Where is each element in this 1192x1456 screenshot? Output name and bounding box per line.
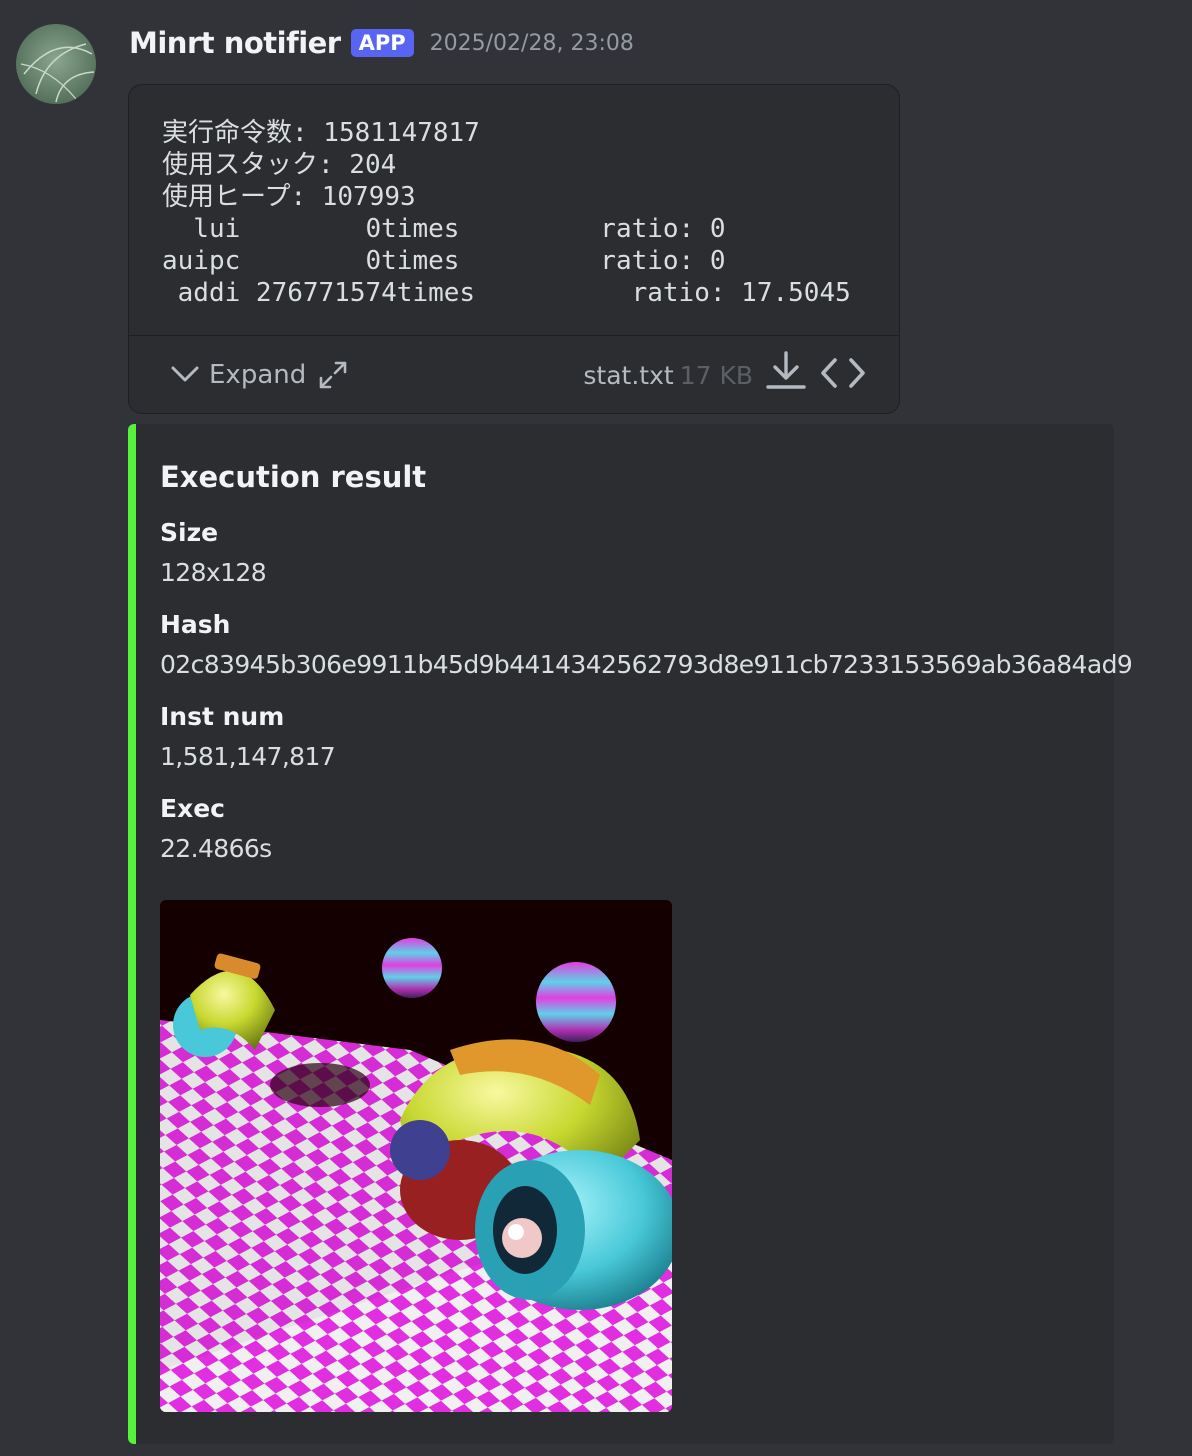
embed-image[interactable]: [160, 900, 672, 1412]
field-value-hash: 02c83945b306e9911b45d9b4414342562793d8e9…: [160, 650, 1133, 679]
field-name-inst-num: Inst num: [160, 702, 285, 731]
file-name[interactable]: stat.txt: [583, 361, 673, 390]
attachment-footer: Expand stat.txt 17 KB: [129, 335, 899, 413]
field-value-inst-num: 1,581,147,817: [160, 742, 336, 771]
field-name-exec: Exec: [160, 794, 225, 823]
file-info: stat.txt 17 KB: [583, 361, 753, 390]
expand-button[interactable]: Expand: [169, 357, 306, 393]
file-content: 実行命令数: 1581147817 使用スタック: 204 使用ヒープ: 107…: [162, 118, 851, 308]
file-size: 17 KB: [679, 361, 753, 390]
app-badge: APP: [350, 29, 414, 57]
field-value-exec: 22.4866s: [160, 834, 272, 863]
avatar[interactable]: [16, 24, 96, 104]
field-name-hash: Hash: [160, 610, 231, 639]
expand-label: Expand: [209, 360, 307, 390]
file-attachment: 実行命令数: 1581147817 使用スタック: 204 使用ヒープ: 107…: [128, 84, 900, 414]
file-preview: 実行命令数: 1581147817 使用スタック: 204 使用ヒープ: 107…: [129, 85, 899, 336]
embed-card: Execution result Size 128x128 Hash 02c83…: [128, 424, 1133, 1444]
chevron-down-icon: [169, 357, 201, 393]
message-header: Minrt notifier APP 2025/02/28, 23:08: [129, 22, 634, 64]
fullscreen-icon[interactable]: [317, 359, 349, 395]
embed-title: Execution result: [160, 460, 427, 494]
author-name[interactable]: Minrt notifier: [129, 26, 341, 60]
field-name-size: Size: [160, 518, 219, 547]
code-icon[interactable]: [819, 355, 867, 395]
message-timestamp[interactable]: 2025/02/28, 23:08: [430, 31, 634, 56]
field-value-size: 128x128: [160, 558, 267, 587]
chat-message: Minrt notifier APP 2025/02/28, 23:08 実行命…: [0, 0, 1192, 1456]
download-icon[interactable]: [765, 349, 807, 397]
